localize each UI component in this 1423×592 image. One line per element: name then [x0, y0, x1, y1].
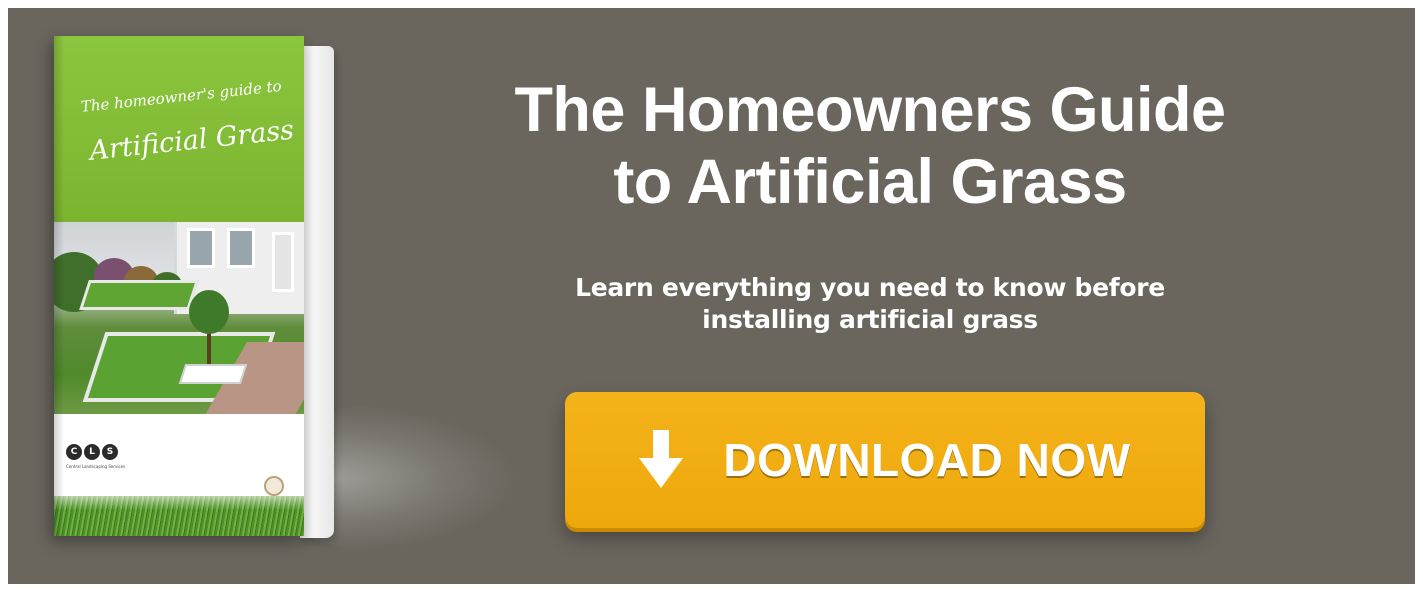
- planter: [178, 364, 248, 384]
- seal-icon: [264, 476, 284, 496]
- download-now-button[interactable]: DOWNLOAD NOW: [565, 392, 1205, 528]
- logo-caption: Central Landscaping Services: [66, 464, 126, 469]
- cover-footer: C L S Central Landscaping Services: [54, 414, 304, 536]
- book-front: The homeowner's guide to Artificial Gras…: [54, 36, 304, 536]
- cover-title-line2: Artificial Grass: [88, 114, 296, 167]
- logo-letter: C: [66, 444, 82, 460]
- logo-letter: L: [84, 444, 100, 460]
- front-lawn-small: [79, 280, 199, 310]
- cover-title-panel: The homeowner's guide to Artificial Gras…: [54, 36, 304, 222]
- download-now-label: DOWNLOAD NOW: [723, 434, 1131, 486]
- subtitle: Learn everything you need to know before…: [400, 272, 1340, 336]
- cls-logo: C L S: [66, 444, 118, 460]
- download-banner: The homeowner's guide to Artificial Gras…: [8, 8, 1415, 584]
- title-line1: The Homeowners Guide: [514, 75, 1226, 145]
- cover-garden-photo: [54, 222, 304, 414]
- cover-title-line1: The homeowner's guide to: [80, 76, 283, 116]
- title-line2: to Artificial Grass: [613, 147, 1127, 217]
- logo-letter: S: [102, 444, 118, 460]
- subtitle-line2: installing artificial grass: [702, 305, 1038, 334]
- arrow-down-icon: [639, 430, 684, 488]
- book-pages: [300, 46, 334, 538]
- grass-strip: [54, 496, 304, 536]
- page-title: The Homeowners Guide to Artificial Grass: [400, 74, 1340, 218]
- book-spine-shade: [54, 36, 64, 536]
- tree: [189, 290, 229, 334]
- ebook-cover: The homeowner's guide to Artificial Gras…: [54, 36, 342, 541]
- subtitle-line1: Learn everything you need to know before: [575, 273, 1165, 302]
